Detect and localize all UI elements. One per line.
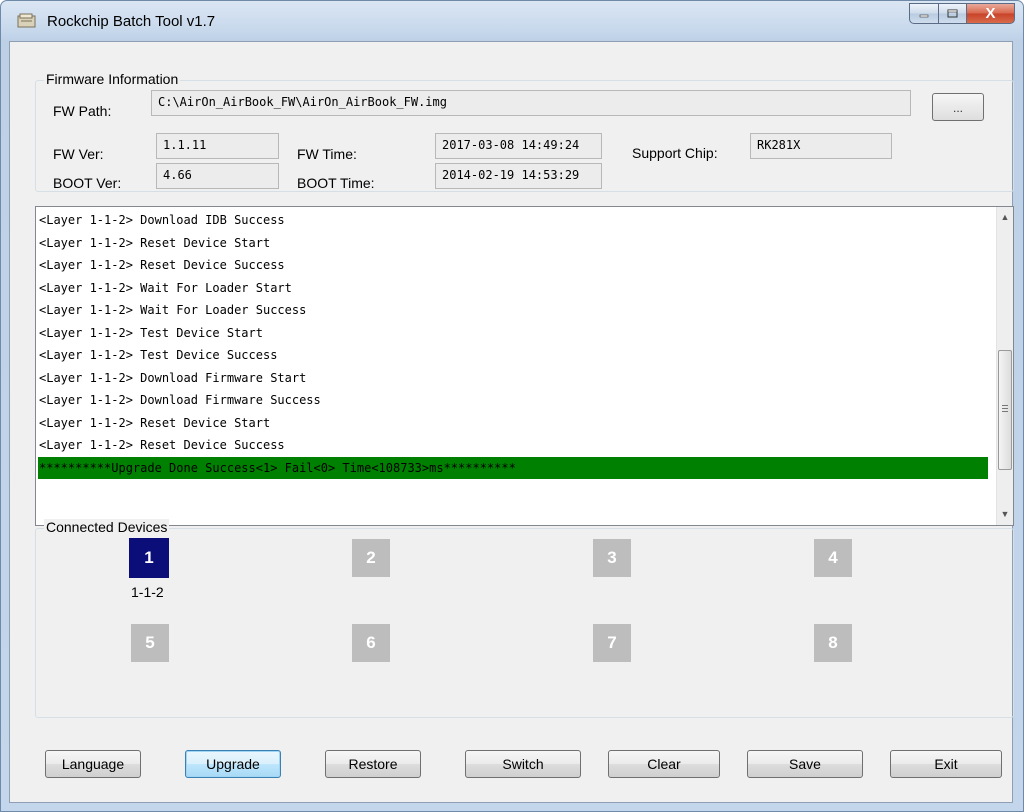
device-slot-5[interactable]: 5 [131,624,169,662]
maximize-icon [947,9,958,18]
boot-ver-label: BOOT Ver: [53,175,122,191]
device-slot-2[interactable]: 2 [352,539,390,577]
fw-time-label: FW Time: [297,146,357,162]
language-button[interactable]: Language [45,750,141,778]
app-icon [17,13,36,28]
support-chip-label: Support Chip: [632,145,718,161]
boot-time-label: BOOT Time: [297,175,375,191]
log-scrollbar[interactable]: ▲ ▼ [996,207,1013,525]
log-line: <Layer 1-1-2> Download Firmware Start [39,370,307,385]
fw-path-label: FW Path: [53,103,112,119]
log-line: <Layer 1-1-2> Reset Device Start [39,235,271,250]
log-line: <Layer 1-1-2> Test Device Success [39,348,278,362]
device-slot-4[interactable]: 4 [814,539,852,577]
device-slot-1[interactable]: 1 [129,538,169,578]
boot-ver-field[interactable]: 4.66 [156,163,279,189]
connected-devices-title: Connected Devices [44,519,170,535]
title-bar[interactable]: Rockchip Batch Tool v1.7 X [1,1,1023,41]
device-slot-8[interactable]: 8 [814,624,852,662]
fw-ver-field[interactable]: 1.1.11 [156,133,279,159]
scroll-thumb[interactable] [998,350,1012,470]
fw-ver-label: FW Ver: [53,146,104,162]
exit-button[interactable]: Exit [890,750,1002,778]
log-line: <Layer 1-1-2> Reset Device Success [39,438,285,452]
maximize-button[interactable] [939,3,967,24]
device-slot-3[interactable]: 3 [593,539,631,577]
device-slot-6[interactable]: 6 [352,624,390,662]
close-button[interactable]: X [967,3,1015,24]
clear-button[interactable]: Clear [608,750,720,778]
log-listbox[interactable]: <Layer 1-1-2> Download IDB Success <Laye… [35,206,1014,526]
log-line: <Layer 1-1-2> Download IDB Success [39,213,285,227]
log-line: <Layer 1-1-2> Test Device Start [39,325,263,340]
client-area: Firmware Information FW Path: C:\AirOn_A… [9,41,1014,803]
fw-path-field[interactable]: C:\AirOn_AirBook_FW\AirOn_AirBook_FW.img [151,90,911,116]
browse-button[interactable]: ... [932,93,984,121]
close-icon: X [985,5,996,22]
log-line-upgrade-result: **********Upgrade Done Success<1> Fail<0… [38,456,988,479]
device-slot-7[interactable]: 7 [593,624,631,662]
connected-devices-group: Connected Devices [35,519,1014,718]
boot-time-field[interactable]: 2014-02-19 14:53:29 [435,163,602,189]
minimize-button[interactable] [909,3,939,24]
restore-button[interactable]: Restore [325,750,421,778]
save-button[interactable]: Save [747,750,863,778]
log-line: <Layer 1-1-2> Wait For Loader Success [39,303,307,317]
log-line: <Layer 1-1-2> Wait For Loader Start [39,280,292,295]
device-slot-1-layer: 1-1-2 [131,584,164,600]
app-window: Rockchip Batch Tool v1.7 X Firmware Info… [0,0,1024,812]
scroll-down-arrow-icon[interactable]: ▼ [997,506,1013,523]
log-lines: <Layer 1-1-2> Download IDB Success <Laye… [38,209,988,479]
log-line: <Layer 1-1-2> Download Firmware Success [39,393,321,407]
window-title: Rockchip Batch Tool v1.7 [47,13,216,30]
support-chip-field[interactable]: RK281X [750,133,892,159]
upgrade-button[interactable]: Upgrade [185,750,281,778]
log-line: <Layer 1-1-2> Reset Device Start [39,415,271,430]
fw-time-field[interactable]: 2017-03-08 14:49:24 [435,133,602,159]
switch-button[interactable]: Switch [465,750,581,778]
scroll-up-arrow-icon[interactable]: ▲ [997,209,1013,226]
firmware-info-title: Firmware Information [44,71,181,87]
log-line: <Layer 1-1-2> Reset Device Success [39,258,285,272]
minimize-icon [919,14,929,17]
